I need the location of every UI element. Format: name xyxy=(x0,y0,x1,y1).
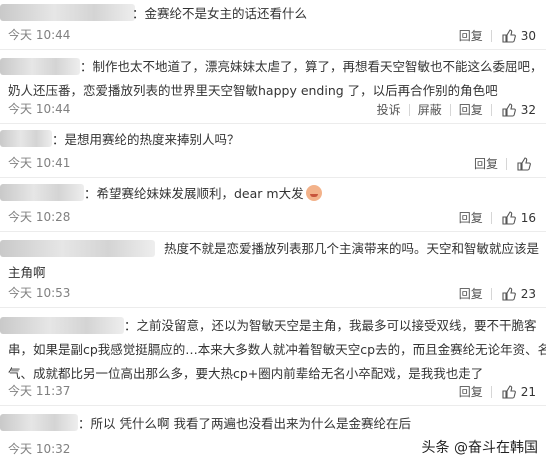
comment-text: ：制作也太不地道了，漂亮妹妹太虐了，算了，再想看天空智敏也不能这么委屈吧， 奶人… xyxy=(0,55,543,103)
thumbs-up-icon xyxy=(502,102,516,117)
comment-line: 主角啊 xyxy=(8,265,46,280)
comment-list: ：金赛纶不是女主的话还看什么 今天 10:44 回复 30 ：制作也太不地道了，… xyxy=(0,0,546,463)
like-count: 32 xyxy=(520,102,536,117)
emoji-icon xyxy=(305,185,322,201)
comment-line: 热度不就是恋爱播放列表那几个主演带来的吗。天空和智敏就应该是 xyxy=(164,241,540,256)
reply-button[interactable]: 回复 xyxy=(451,209,491,226)
comment-line: 串，如果是副cp我感觉挺膈应的…本来大多数人就冲着智敏天空cp去的，而且金赛纶无… xyxy=(8,342,546,357)
comment-item: ：希望赛纶妹妹发展顺利，dear m大发 今天 10:28 回复 16 xyxy=(0,178,546,232)
thumbs-up-icon xyxy=(502,384,516,399)
blurred-username[interactable] xyxy=(0,414,78,431)
thumbs-up-icon xyxy=(517,156,531,171)
comment-time: 今天 10:53 xyxy=(8,286,71,300)
like-button[interactable]: 23 xyxy=(492,287,536,301)
like-button[interactable]: 32 xyxy=(492,103,536,117)
comment-line: 奶人还压番，恋爱播放列表的世界里天空智敏happy ending 了，以后再合作… xyxy=(8,83,498,98)
comment-line: ：是想用赛纶的热度来捧别人吗？ xyxy=(52,132,240,147)
like-button[interactable]: 16 xyxy=(492,211,536,225)
comment-text: ：所以 凭什么啊 我看了两遍也没看出来为什么是金赛纶在后 xyxy=(78,412,411,436)
comment-item: ：之前没留意，还以为智敏天空是主角，我最多可以接受双线，要不干脆客 串，如果是副… xyxy=(0,308,546,406)
like-button[interactable]: 21 xyxy=(492,385,536,399)
like-button[interactable] xyxy=(507,156,536,171)
reply-button[interactable]: 回复 xyxy=(451,383,491,400)
like-count: 30 xyxy=(520,28,536,43)
reply-button[interactable]: 回复 xyxy=(451,285,491,302)
comment-text: ：是想用赛纶的热度来捧别人吗？ xyxy=(52,128,240,152)
report-button[interactable]: 投诉 xyxy=(369,101,409,118)
comment-actions: 投诉 屏蔽 回复 32 xyxy=(369,101,536,118)
comment-item: 热度不就是恋爱播放列表那几个主演带来的吗。天空和智敏就应该是 主角啊 今天 10… xyxy=(0,232,546,308)
comment-time: 今天 10:28 xyxy=(8,210,71,224)
watermark: 头条 @奋斗在韩国 xyxy=(421,437,538,457)
comment-time: 今天 11:37 xyxy=(8,384,71,398)
comment-line: ：所以 凭什么啊 我看了两遍也没看出来为什么是金赛纶在后 xyxy=(78,416,411,431)
comment-actions: 回复 30 xyxy=(451,27,536,44)
reply-button[interactable]: 回复 xyxy=(451,27,491,44)
comment-item: ：是想用赛纶的热度来捧别人吗？ 今天 10:41 回复 xyxy=(0,124,546,178)
comment-text: ：之前没留意，还以为智敏天空是主角，我最多可以接受双线，要不干脆客 串，如果是副… xyxy=(0,314,546,386)
comment-item: ：金赛纶不是女主的话还看什么 今天 10:44 回复 30 xyxy=(0,0,546,50)
like-count: 16 xyxy=(520,210,536,225)
thumbs-up-icon xyxy=(502,210,516,225)
like-count: 23 xyxy=(520,286,536,301)
comment-time: 今天 10:41 xyxy=(8,156,71,170)
comment-actions: 回复 16 xyxy=(451,209,536,226)
comment-text: ：金赛纶不是女主的话还看什么 xyxy=(132,2,307,26)
comment-actions: 回复 xyxy=(466,155,536,172)
comment-actions: 回复 23 xyxy=(451,285,536,302)
reply-button[interactable]: 回复 xyxy=(466,155,506,172)
comment-text: ：希望赛纶妹妹发展顺利，dear m大发 xyxy=(84,182,322,206)
comment-line: ：制作也太不地道了，漂亮妹妹太虐了，算了，再想看天空智敏也不能这么委屈吧， xyxy=(80,59,543,74)
reply-button[interactable]: 回复 xyxy=(451,101,491,118)
comment-actions: 回复 21 xyxy=(451,383,536,400)
like-button[interactable]: 30 xyxy=(492,29,536,43)
comment-line: ：希望赛纶妹妹发展顺利，dear m大发 xyxy=(84,182,322,206)
blurred-username[interactable] xyxy=(0,184,84,201)
comment-line: ：金赛纶不是女主的话还看什么 xyxy=(132,6,308,21)
comment-line: ：之前没留意，还以为智敏天空是主角，我最多可以接受双线，要不干脆客 xyxy=(124,318,537,333)
like-count: 21 xyxy=(520,384,536,399)
blurred-username[interactable] xyxy=(0,130,52,147)
comment-time: 今天 10:44 xyxy=(8,102,71,116)
block-button[interactable]: 屏蔽 xyxy=(410,101,450,118)
blurred-username[interactable] xyxy=(0,4,135,21)
comment-time: 今天 10:44 xyxy=(8,28,71,42)
comment-item: ：制作也太不地道了，漂亮妹妹太虐了，算了，再想看天空智敏也不能这么委屈吧， 奶人… xyxy=(0,50,546,124)
comment-text: 热度不就是恋爱播放列表那几个主演带来的吗。天空和智敏就应该是 主角啊 xyxy=(0,237,539,285)
thumbs-up-icon xyxy=(502,28,516,43)
comment-time: 今天 10:32 xyxy=(8,442,71,456)
thumbs-up-icon xyxy=(502,286,516,301)
